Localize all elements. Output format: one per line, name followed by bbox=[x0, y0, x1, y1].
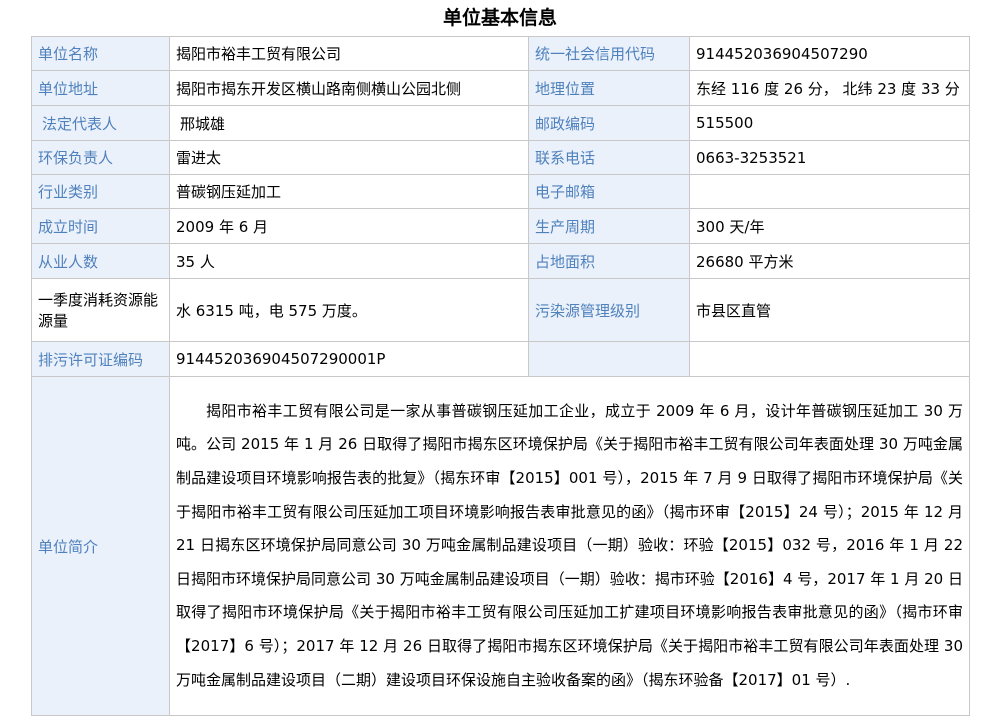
label-legal-rep-text: 法定代表人 bbox=[42, 114, 118, 133]
label-area: 占地面积 bbox=[528, 243, 690, 279]
value-address: 揭阳市揭东开发区横山路南侧横山公园北侧 bbox=[169, 70, 529, 106]
label-env-manager: 环保负责人 bbox=[31, 140, 170, 175]
value-intro: 揭阳市裕丰工贸有限公司是一家从事普碳钢压延加工企业，成立于 2009 年 6 月… bbox=[169, 376, 970, 716]
label-resource-consumption: 一季度消耗资源能源量 bbox=[31, 278, 170, 342]
table-row: 成立时间 2009 年 6 月 生产周期 300 天/年 bbox=[31, 208, 970, 244]
label-postcode: 邮政编码 bbox=[528, 105, 690, 141]
value-email bbox=[689, 174, 970, 209]
value-employees: 35 人 bbox=[169, 243, 529, 279]
label-founded: 成立时间 bbox=[31, 208, 170, 244]
label-intro: 单位简介 bbox=[31, 376, 170, 716]
value-legal-rep: 邢城雄 bbox=[169, 105, 529, 141]
label-empty bbox=[528, 341, 690, 377]
info-table: 单位名称 揭阳市裕丰工贸有限公司 统一社会信用代码 91445203690450… bbox=[31, 36, 970, 716]
label-permit-code: 排污许可证编码 bbox=[31, 341, 170, 377]
value-area: 26680 平方米 bbox=[689, 243, 970, 279]
label-legal-rep: 法定代表人 bbox=[31, 105, 170, 141]
value-pollution-level: 市县区直管 bbox=[689, 278, 970, 342]
value-unit-name: 揭阳市裕丰工贸有限公司 bbox=[169, 36, 529, 71]
table-row: 单位名称 揭阳市裕丰工贸有限公司 统一社会信用代码 91445203690450… bbox=[31, 36, 970, 71]
label-phone: 联系电话 bbox=[528, 140, 690, 175]
value-empty bbox=[689, 341, 970, 377]
value-env-manager: 雷进太 bbox=[169, 140, 529, 175]
table-row: 单位简介 揭阳市裕丰工贸有限公司是一家从事普碳钢压延加工企业，成立于 2009 … bbox=[31, 376, 970, 716]
value-production-cycle: 300 天/年 bbox=[689, 208, 970, 244]
label-production-cycle: 生产周期 bbox=[528, 208, 690, 244]
label-industry: 行业类别 bbox=[31, 174, 170, 209]
value-legal-rep-text: 邢城雄 bbox=[180, 114, 226, 133]
table-row: 一季度消耗资源能源量 水 6315 吨，电 575 万度。 污染源管理级别 市县… bbox=[31, 278, 970, 342]
value-permit-code: 914452036904507290001P bbox=[169, 341, 529, 377]
table-row: 排污许可证编码 914452036904507290001P bbox=[31, 341, 970, 377]
value-founded: 2009 年 6 月 bbox=[169, 208, 529, 244]
page-title: 单位基本信息 bbox=[442, 7, 557, 29]
value-resource-consumption: 水 6315 吨，电 575 万度。 bbox=[169, 278, 529, 342]
label-email: 电子邮箱 bbox=[528, 174, 690, 209]
value-location: 东经 116 度 26 分， 北纬 23 度 33 分 bbox=[689, 70, 970, 106]
value-industry: 普碳钢压延加工 bbox=[169, 174, 529, 209]
value-postcode: 515500 bbox=[689, 105, 970, 141]
value-phone: 0663-3253521 bbox=[689, 140, 970, 175]
table-row: 单位地址 揭阳市揭东开发区横山路南侧横山公园北侧 地理位置 东经 116 度 2… bbox=[31, 70, 970, 106]
label-pollution-level: 污染源管理级别 bbox=[528, 278, 690, 342]
label-employees: 从业人数 bbox=[31, 243, 170, 279]
label-credit-code: 统一社会信用代码 bbox=[528, 36, 690, 71]
label-location: 地理位置 bbox=[528, 70, 690, 106]
table-row: 环保负责人 雷进太 联系电话 0663-3253521 bbox=[31, 140, 970, 175]
label-address: 单位地址 bbox=[31, 70, 170, 106]
value-credit-code: 914452036904507290 bbox=[689, 36, 970, 71]
table-row: 法定代表人 邢城雄 邮政编码 515500 bbox=[31, 105, 970, 141]
label-unit-name: 单位名称 bbox=[31, 36, 170, 71]
table-row: 行业类别 普碳钢压延加工 电子邮箱 bbox=[31, 174, 970, 209]
table-row: 从业人数 35 人 占地面积 26680 平方米 bbox=[31, 243, 970, 279]
